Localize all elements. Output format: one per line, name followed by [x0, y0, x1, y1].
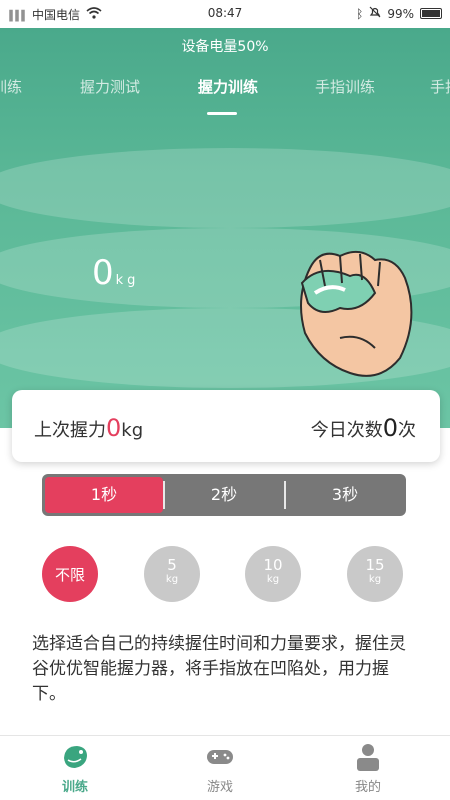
- mute-icon: [369, 6, 381, 21]
- wave-decoration: [0, 148, 450, 228]
- force-value: 10: [263, 556, 283, 574]
- force-5kg[interactable]: 5 kg: [144, 546, 200, 602]
- profile-icon: [357, 744, 379, 771]
- weight-unit: kg: [115, 273, 140, 288]
- nav-profile-label: 我的: [354, 780, 381, 795]
- current-weight: 0 kg: [92, 253, 139, 293]
- tab-grip-test[interactable]: 握力测试: [80, 76, 140, 97]
- last-grip: 上次握力0kg: [34, 414, 143, 442]
- battery-percent: 99%: [387, 6, 414, 21]
- info-card: 上次握力0kg 今日次数0次: [12, 390, 440, 462]
- force-unlimited[interactable]: 不限: [42, 546, 98, 602]
- duration-1s[interactable]: 1秒: [45, 477, 163, 513]
- duration-2s[interactable]: 2秒: [165, 477, 283, 513]
- force-value: 5: [167, 556, 177, 574]
- nav-training-label: 训练: [61, 780, 88, 795]
- last-grip-label: 上次握力: [34, 420, 106, 441]
- force-unit: kg: [368, 574, 382, 585]
- force-unit: kg: [165, 574, 179, 585]
- duration-3s[interactable]: 3秒: [286, 477, 404, 513]
- force-10kg[interactable]: 10 kg: [245, 546, 301, 602]
- device-battery-label: 设备电量50%: [181, 39, 269, 55]
- tab-finger[interactable]: 手指: [430, 76, 450, 97]
- force-value: 15: [365, 556, 385, 574]
- force-label: 不限: [54, 566, 85, 584]
- tab-bar: 训练 握力测试 握力训练 手指训练 手指: [0, 76, 450, 116]
- train-icon: [64, 746, 87, 768]
- bluetooth-icon: ᛒ: [356, 6, 364, 21]
- fist-illustration: [280, 238, 420, 388]
- nav-games[interactable]: 游戏: [175, 742, 265, 795]
- bottom-nav: 训练 游戏 我的: [0, 735, 450, 800]
- tab-training[interactable]: 训练: [0, 76, 22, 97]
- battery-icon: [420, 8, 442, 19]
- duration-selector: 1秒 2秒 3秒: [42, 474, 406, 516]
- force-15kg[interactable]: 15 kg: [347, 546, 403, 602]
- status-bar: ∥∥∥ 中国电信 08:47 ᛒ 99%: [0, 0, 450, 28]
- nav-games-label: 游戏: [206, 780, 233, 795]
- gamepad-icon: [207, 750, 233, 764]
- today-count-label: 今日次数: [310, 420, 383, 441]
- today-count-unit: 次: [398, 420, 416, 441]
- header: 设备电量50% 训练 握力测试 握力训练 手指训练 手指 0kg: [0, 28, 450, 428]
- tab-finger-training[interactable]: 手指训练: [315, 76, 375, 97]
- last-grip-value: 0: [106, 414, 122, 442]
- nav-training[interactable]: 训练: [30, 742, 120, 795]
- instruction-text: 选择适合自己的持续握住时间和力量要求，握住灵谷优优智能握力器，将手指放在凹陷处，…: [32, 634, 406, 704]
- tab-grip-training[interactable]: 握力训练: [198, 76, 258, 97]
- weight-value: 0: [92, 253, 114, 293]
- last-grip-unit: kg: [121, 420, 144, 441]
- nav-profile[interactable]: 我的: [323, 742, 413, 795]
- today-count: 今日次数0次: [311, 414, 416, 442]
- tab-indicator: [207, 112, 237, 115]
- force-unit: kg: [266, 574, 280, 585]
- today-count-value: 0: [382, 414, 398, 442]
